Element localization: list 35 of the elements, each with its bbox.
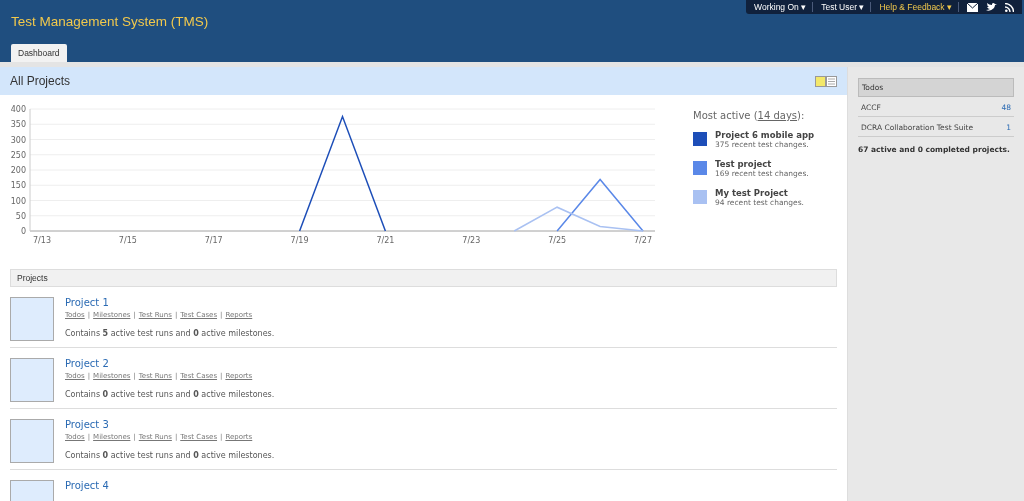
axis-label: 7/23 xyxy=(462,236,481,245)
project-link[interactable]: Project 4 xyxy=(65,480,109,491)
axis-label: 7/13 xyxy=(33,236,51,245)
project-link[interactable]: Project 1 xyxy=(65,297,109,308)
page-title: All Projects xyxy=(10,74,71,88)
axis-label: 7/21 xyxy=(376,236,395,245)
project-name: Project 6 mobile app xyxy=(715,130,815,140)
project-summary: Contains 0 active test runs and 0 active milestones. xyxy=(65,451,275,460)
dashboard-tab[interactable]: Dashboard xyxy=(11,44,67,62)
axis-label: 7/19 xyxy=(290,236,309,245)
legend-title: Most active (14 days): xyxy=(693,110,806,121)
axis-label: 400 xyxy=(10,105,26,114)
project-name: Test project xyxy=(715,159,773,169)
axis-label: 7/25 xyxy=(548,236,567,245)
axis-label: 250 xyxy=(10,150,26,160)
axis-label: 0 xyxy=(20,227,26,236)
project-link[interactable]: Project 3 xyxy=(65,419,109,430)
nav-menu[interactable]: Test User ▾ xyxy=(821,2,872,12)
nav-menu[interactable]: Help & Feedback ▾ xyxy=(879,2,959,12)
project-summary: Contains 5 active test runs and 0 active milestones. xyxy=(65,329,275,338)
nav-menu[interactable]: Working On ▾ xyxy=(754,2,814,12)
axis-label: 7/17 xyxy=(204,236,223,245)
project-name: My test Project xyxy=(715,188,789,198)
axis-label: 350 xyxy=(10,120,26,130)
axis-label: 50 xyxy=(15,211,26,221)
project-link[interactable]: Project 2 xyxy=(65,358,109,369)
axis-label: 200 xyxy=(10,166,26,175)
app-title: Test Management System (TMS) xyxy=(11,14,209,29)
project-summary: Contains 0 active test runs and 0 active milestones. xyxy=(65,390,275,399)
axis-label: 150 xyxy=(10,181,26,191)
axis-label: 7/15 xyxy=(118,236,137,245)
axis-label: 300 xyxy=(10,135,26,145)
axis-label: 100 xyxy=(10,196,26,206)
section-title: Projects xyxy=(17,273,48,283)
axis-label: 7/27 xyxy=(634,236,652,245)
